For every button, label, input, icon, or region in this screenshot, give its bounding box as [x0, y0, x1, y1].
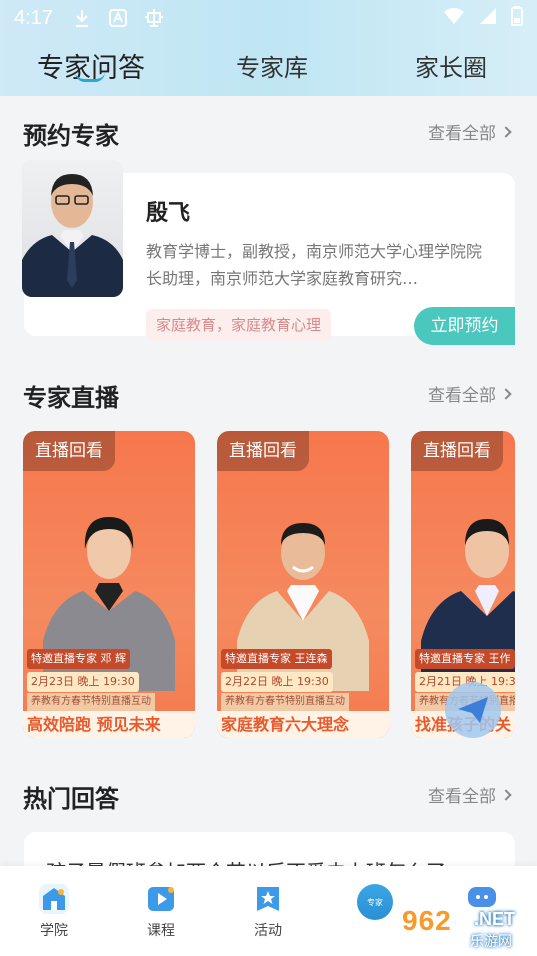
- see-all-label: 查看全部: [428, 124, 496, 144]
- top-tab-bar: 专家问答 专家库 家长圈: [0, 40, 537, 92]
- nav-college[interactable]: 学院: [14, 866, 94, 956]
- nav-label: 活动: [254, 923, 282, 939]
- watermark-number: 962: [402, 905, 452, 936]
- chevron-right-icon: [500, 125, 512, 138]
- signal-icon: [479, 7, 497, 30]
- download-icon: [71, 7, 93, 29]
- see-all-label: 查看全部: [428, 787, 496, 807]
- book-now-button[interactable]: 立即预约: [414, 307, 515, 345]
- host-label: 特邀直播专家 王连森: [221, 649, 332, 669]
- paper-plane-icon: [458, 697, 488, 723]
- expert-name: 殷飞: [146, 201, 191, 226]
- chevron-right-icon: [500, 788, 512, 801]
- expert-icon: 专家: [367, 897, 383, 907]
- replay-badge: 直播回看: [23, 431, 115, 471]
- hot-see-all[interactable]: 查看全部: [428, 782, 512, 807]
- replay-badge: 直播回看: [217, 431, 309, 471]
- expert-tag: 家庭教育，家庭教育心理: [146, 309, 332, 341]
- school-icon: [39, 884, 69, 914]
- host-label: 特邀直播专家 王作: [415, 649, 515, 669]
- promo-label: 养教有方春节特别直播互动: [27, 693, 155, 711]
- appointment-see-all[interactable]: 查看全部: [428, 119, 512, 144]
- see-all-label: 查看全部: [428, 386, 496, 406]
- bug-icon: [143, 7, 165, 29]
- nav-label: 学院: [40, 923, 68, 939]
- app-a-icon: [107, 7, 129, 29]
- chevron-right-icon: [500, 387, 512, 400]
- live-date: 2月23日 晚上 19:30: [27, 672, 139, 692]
- appointment-section-title: 预约专家: [23, 122, 119, 150]
- live-card[interactable]: 直播回看 特邀直播专家 邓 辉 2月23日 晚上 19:30 养教有方春节特别直…: [23, 431, 195, 738]
- tab-expert-library[interactable]: 专家库: [236, 48, 308, 83]
- nav-expert[interactable]: 专家: [357, 884, 393, 920]
- live-see-all[interactable]: 查看全部: [428, 381, 512, 406]
- status-bar: 4:17: [0, 0, 537, 36]
- live-headline: 高效陪跑 预见未来: [23, 711, 195, 738]
- play-icon: [146, 884, 176, 914]
- host-label: 特邀直播专家 邓 辉: [27, 649, 130, 669]
- promo-label: 养教有方春节特别直播互动: [221, 693, 349, 711]
- star-icon: [253, 884, 283, 914]
- replay-badge: 直播回看: [411, 431, 503, 471]
- status-time: 4:17: [14, 6, 53, 29]
- floating-action-button[interactable]: [445, 682, 501, 738]
- expert-avatar: [22, 160, 123, 297]
- expert-description: 教育学博士，副教授，南京师范大学心理学院院长助理，南京师范大学家庭教育研究…: [146, 242, 483, 288]
- nav-activities[interactable]: 活动: [228, 866, 308, 956]
- watermark-text: 乐游网: [470, 934, 512, 950]
- live-card[interactable]: 直播回看 特邀直播专家 王连森 2月22日 晚上 19:30 养教有方春节特别直…: [217, 431, 389, 738]
- watermark-suffix: .NET: [474, 909, 516, 929]
- live-section-title: 专家直播: [23, 384, 119, 412]
- hot-answers-title: 热门回答: [23, 785, 119, 813]
- live-date: 2月22日 晚上 19:30: [221, 672, 333, 692]
- nav-label: 课程: [147, 923, 175, 939]
- wifi-icon: [443, 7, 465, 30]
- battery-icon: [511, 5, 523, 31]
- nav-courses[interactable]: 课程: [121, 866, 201, 956]
- tab-parent-circle[interactable]: 家长圈: [415, 48, 487, 83]
- live-headline: 家庭教育六大理念: [217, 711, 389, 738]
- watermark-logo: 962 .NET 乐游网: [398, 905, 530, 953]
